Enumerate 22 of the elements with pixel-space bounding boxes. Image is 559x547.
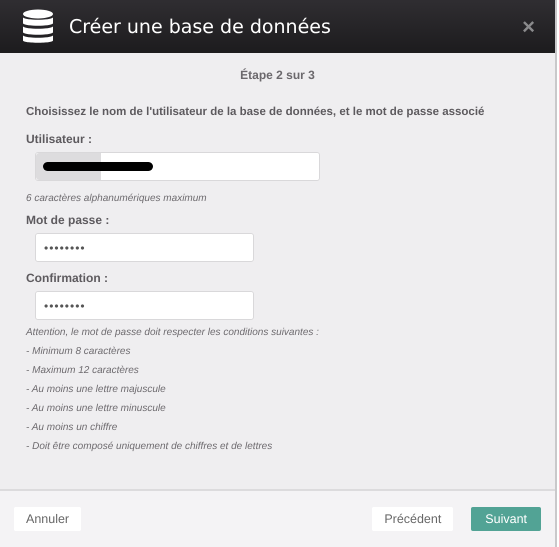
password-rule: - Minimum 8 caractères [26, 345, 132, 359]
password-rule: - Au moins une lettre majuscule [26, 383, 167, 397]
field-label: Mot de passe : [26, 213, 110, 227]
step-indicator: Étape 2 sur 3 [239, 68, 316, 82]
password-rule: Attention, le mot de passe doit respecter les conditions suivantes : [26, 326, 320, 340]
instruction-text: Choisissez le nom de l'utilisateur de la base de données, et le mot de passe associé [26, 106, 484, 118]
field-hint: 6 caractères alphanumériques maximum [26, 193, 208, 204]
password-field[interactable]: •••••••• [35, 233, 254, 262]
password-field[interactable]: •••••••• [35, 291, 254, 320]
next-button[interactable]: Suivant [471, 507, 541, 531]
password-rule: - Au moins un chiffre [26, 421, 118, 435]
database-icon [22, 8, 54, 44]
cancel-button[interactable]: Annuler [14, 507, 82, 531]
password-rule: - Maximum 12 caractères [26, 364, 140, 378]
field-label: Confirmation : [26, 271, 109, 285]
close-button[interactable]: × [522, 16, 535, 38]
username-field[interactable] [35, 152, 320, 181]
password-rule: - Doit être composé uniquement de chiffres et de lettres [26, 440, 274, 454]
previous-button[interactable]: Précédent [372, 507, 454, 531]
password-rule: - Au moins une lettre minuscule [26, 402, 167, 416]
window-title: Créer une base de données [69, 16, 332, 38]
field-label: Utilisateur : [26, 132, 94, 146]
